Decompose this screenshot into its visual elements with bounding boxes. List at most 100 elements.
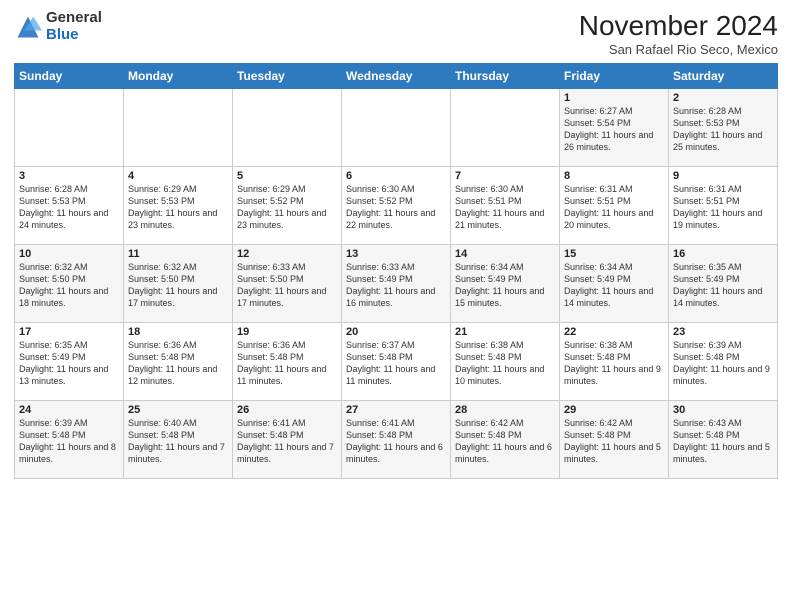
day-number: 6 [346, 170, 446, 182]
table-cell [451, 89, 560, 167]
day-info: Sunrise: 6:29 AM Sunset: 5:52 PM Dayligh… [237, 183, 337, 232]
day-info: Sunrise: 6:35 AM Sunset: 5:49 PM Dayligh… [19, 339, 119, 388]
calendar-row: 3Sunrise: 6:28 AM Sunset: 5:53 PM Daylig… [15, 167, 778, 245]
calendar-row: 24Sunrise: 6:39 AM Sunset: 5:48 PM Dayli… [15, 401, 778, 479]
table-cell: 19Sunrise: 6:36 AM Sunset: 5:48 PM Dayli… [233, 323, 342, 401]
day-info: Sunrise: 6:42 AM Sunset: 5:48 PM Dayligh… [455, 417, 555, 466]
calendar-table: Sunday Monday Tuesday Wednesday Thursday… [14, 63, 778, 479]
calendar-row: 17Sunrise: 6:35 AM Sunset: 5:49 PM Dayli… [15, 323, 778, 401]
day-number: 26 [237, 404, 337, 416]
table-cell: 4Sunrise: 6:29 AM Sunset: 5:53 PM Daylig… [124, 167, 233, 245]
table-cell: 17Sunrise: 6:35 AM Sunset: 5:49 PM Dayli… [15, 323, 124, 401]
calendar-row: 10Sunrise: 6:32 AM Sunset: 5:50 PM Dayli… [15, 245, 778, 323]
day-number: 19 [237, 326, 337, 338]
day-info: Sunrise: 6:28 AM Sunset: 5:53 PM Dayligh… [19, 183, 119, 232]
table-cell: 20Sunrise: 6:37 AM Sunset: 5:48 PM Dayli… [342, 323, 451, 401]
table-cell: 1Sunrise: 6:27 AM Sunset: 5:54 PM Daylig… [560, 89, 669, 167]
table-cell: 21Sunrise: 6:38 AM Sunset: 5:48 PM Dayli… [451, 323, 560, 401]
calendar-row: 1Sunrise: 6:27 AM Sunset: 5:54 PM Daylig… [15, 89, 778, 167]
col-wednesday: Wednesday [342, 64, 451, 89]
table-cell: 14Sunrise: 6:34 AM Sunset: 5:49 PM Dayli… [451, 245, 560, 323]
table-cell [342, 89, 451, 167]
day-number: 28 [455, 404, 555, 416]
day-info: Sunrise: 6:28 AM Sunset: 5:53 PM Dayligh… [673, 105, 773, 154]
day-number: 4 [128, 170, 228, 182]
table-cell [124, 89, 233, 167]
logo-general-text: General [46, 10, 102, 27]
day-number: 18 [128, 326, 228, 338]
day-info: Sunrise: 6:33 AM Sunset: 5:50 PM Dayligh… [237, 261, 337, 310]
table-cell: 22Sunrise: 6:38 AM Sunset: 5:48 PM Dayli… [560, 323, 669, 401]
day-info: Sunrise: 6:32 AM Sunset: 5:50 PM Dayligh… [128, 261, 228, 310]
table-cell [233, 89, 342, 167]
day-number: 3 [19, 170, 119, 182]
day-info: Sunrise: 6:34 AM Sunset: 5:49 PM Dayligh… [455, 261, 555, 310]
table-cell: 24Sunrise: 6:39 AM Sunset: 5:48 PM Dayli… [15, 401, 124, 479]
table-cell: 27Sunrise: 6:41 AM Sunset: 5:48 PM Dayli… [342, 401, 451, 479]
table-cell: 10Sunrise: 6:32 AM Sunset: 5:50 PM Dayli… [15, 245, 124, 323]
day-number: 2 [673, 92, 773, 104]
table-cell: 18Sunrise: 6:36 AM Sunset: 5:48 PM Dayli… [124, 323, 233, 401]
table-cell: 11Sunrise: 6:32 AM Sunset: 5:50 PM Dayli… [124, 245, 233, 323]
day-number: 27 [346, 404, 446, 416]
day-info: Sunrise: 6:31 AM Sunset: 5:51 PM Dayligh… [564, 183, 664, 232]
col-thursday: Thursday [451, 64, 560, 89]
day-number: 7 [455, 170, 555, 182]
logo: General Blue [14, 10, 102, 43]
day-number: 16 [673, 248, 773, 260]
table-cell: 26Sunrise: 6:41 AM Sunset: 5:48 PM Dayli… [233, 401, 342, 479]
table-cell: 9Sunrise: 6:31 AM Sunset: 5:51 PM Daylig… [669, 167, 778, 245]
day-info: Sunrise: 6:42 AM Sunset: 5:48 PM Dayligh… [564, 417, 664, 466]
day-number: 21 [455, 326, 555, 338]
day-info: Sunrise: 6:34 AM Sunset: 5:49 PM Dayligh… [564, 261, 664, 310]
day-info: Sunrise: 6:36 AM Sunset: 5:48 PM Dayligh… [237, 339, 337, 388]
day-info: Sunrise: 6:32 AM Sunset: 5:50 PM Dayligh… [19, 261, 119, 310]
logo-text: General Blue [46, 10, 102, 43]
calendar-page: General Blue November 2024 San Rafael Ri… [0, 0, 792, 612]
day-info: Sunrise: 6:35 AM Sunset: 5:49 PM Dayligh… [673, 261, 773, 310]
header: General Blue November 2024 San Rafael Ri… [14, 10, 778, 57]
day-info: Sunrise: 6:33 AM Sunset: 5:49 PM Dayligh… [346, 261, 446, 310]
day-info: Sunrise: 6:40 AM Sunset: 5:48 PM Dayligh… [128, 417, 228, 466]
day-info: Sunrise: 6:43 AM Sunset: 5:48 PM Dayligh… [673, 417, 773, 466]
day-number: 9 [673, 170, 773, 182]
col-sunday: Sunday [15, 64, 124, 89]
day-number: 22 [564, 326, 664, 338]
day-number: 17 [19, 326, 119, 338]
day-info: Sunrise: 6:27 AM Sunset: 5:54 PM Dayligh… [564, 105, 664, 154]
day-number: 25 [128, 404, 228, 416]
logo-blue-text: Blue [46, 27, 102, 44]
day-number: 12 [237, 248, 337, 260]
location: San Rafael Rio Seco, Mexico [579, 42, 778, 57]
table-cell: 7Sunrise: 6:30 AM Sunset: 5:51 PM Daylig… [451, 167, 560, 245]
col-monday: Monday [124, 64, 233, 89]
day-info: Sunrise: 6:39 AM Sunset: 5:48 PM Dayligh… [19, 417, 119, 466]
title-block: November 2024 San Rafael Rio Seco, Mexic… [579, 10, 778, 57]
table-cell: 16Sunrise: 6:35 AM Sunset: 5:49 PM Dayli… [669, 245, 778, 323]
day-info: Sunrise: 6:29 AM Sunset: 5:53 PM Dayligh… [128, 183, 228, 232]
day-number: 5 [237, 170, 337, 182]
table-cell: 30Sunrise: 6:43 AM Sunset: 5:48 PM Dayli… [669, 401, 778, 479]
table-cell: 2Sunrise: 6:28 AM Sunset: 5:53 PM Daylig… [669, 89, 778, 167]
day-number: 14 [455, 248, 555, 260]
table-cell: 6Sunrise: 6:30 AM Sunset: 5:52 PM Daylig… [342, 167, 451, 245]
table-cell: 23Sunrise: 6:39 AM Sunset: 5:48 PM Dayli… [669, 323, 778, 401]
day-info: Sunrise: 6:30 AM Sunset: 5:51 PM Dayligh… [455, 183, 555, 232]
day-info: Sunrise: 6:36 AM Sunset: 5:48 PM Dayligh… [128, 339, 228, 388]
table-cell: 8Sunrise: 6:31 AM Sunset: 5:51 PM Daylig… [560, 167, 669, 245]
logo-icon [14, 13, 42, 41]
day-number: 15 [564, 248, 664, 260]
col-saturday: Saturday [669, 64, 778, 89]
day-number: 8 [564, 170, 664, 182]
table-cell: 5Sunrise: 6:29 AM Sunset: 5:52 PM Daylig… [233, 167, 342, 245]
col-tuesday: Tuesday [233, 64, 342, 89]
day-number: 10 [19, 248, 119, 260]
header-row: Sunday Monday Tuesday Wednesday Thursday… [15, 64, 778, 89]
table-cell: 3Sunrise: 6:28 AM Sunset: 5:53 PM Daylig… [15, 167, 124, 245]
day-info: Sunrise: 6:41 AM Sunset: 5:48 PM Dayligh… [346, 417, 446, 466]
day-info: Sunrise: 6:41 AM Sunset: 5:48 PM Dayligh… [237, 417, 337, 466]
day-number: 29 [564, 404, 664, 416]
day-number: 1 [564, 92, 664, 104]
month-title: November 2024 [579, 10, 778, 42]
day-number: 20 [346, 326, 446, 338]
